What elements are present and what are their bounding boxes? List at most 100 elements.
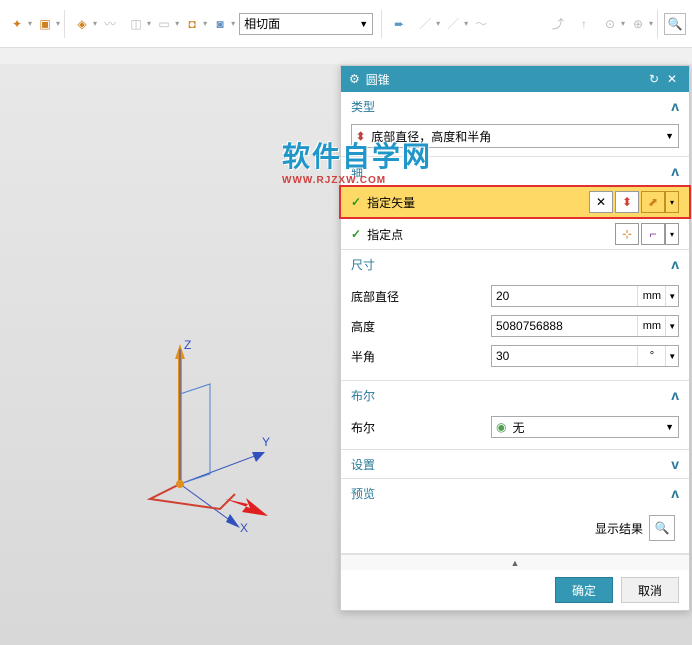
diameter-input[interactable] [492,286,637,306]
chevron-up-icon: ʌ [671,387,679,403]
diameter-label: 底部直径 [351,288,491,305]
halfangle-unit[interactable]: ° [637,346,665,366]
toolbar-face-select[interactable]: 相切面 ▼ [239,13,373,35]
vector-tool-1[interactable]: ✕ [589,191,613,213]
diameter-unit[interactable]: mm [637,286,665,306]
type-select[interactable]: ⬍ 底部直径，高度和半角 ▼ [351,124,679,148]
toolbar-face-label: 相切面 [244,15,280,32]
section-dim-header[interactable]: 尺寸 ʌ [341,250,689,278]
boolean-row: 布尔 ◉ 无 ▼ [351,413,679,441]
point-coord-icon: ⌐ [649,227,656,241]
point-tool-2[interactable]: ⌐ [641,223,665,245]
height-row: 高度 mm ▼ [351,312,679,340]
dropdown-arrow-icon: ▼ [665,131,674,141]
gear-icon: ⚙ [349,72,360,86]
halfangle-row: 半角 ° ▼ [351,342,679,370]
chevron-up-icon: ʌ [671,98,679,114]
dropdown-arrow-icon: ▼ [359,19,368,29]
diameter-dropdown[interactable]: ▼ [665,286,678,306]
toolbar-line2-btn[interactable]: ／▾ [440,13,468,35]
toolbar-snap3-btn[interactable]: ⊙▾ [597,13,625,35]
halfangle-dropdown[interactable]: ▼ [665,346,678,366]
toolbar-rect-btn[interactable]: ▭▾ [151,13,179,35]
point-dropdown[interactable]: ▾ [665,223,679,245]
panel-footer: 确定 取消 [341,570,689,610]
ok-button[interactable]: 确定 [555,577,613,603]
section-type: 类型 ʌ ⬍ 底部直径，高度和半角 ▼ [341,92,689,157]
point-pick-icon: ⊹ [622,227,632,241]
toolbar-search-icon[interactable]: 🔍 [664,13,686,35]
section-settings: 设置 v [341,450,689,479]
cone-type-icon: ⬍ [356,130,365,143]
halfangle-input[interactable] [492,346,637,366]
specify-vector-row[interactable]: ✓ 指定矢量 ✕ ⬍ ⬈ ▾ [341,187,689,217]
toolbar-cylinder-btn[interactable]: ◘▾ [179,13,207,35]
toolbar-snap4-btn[interactable]: ⊕▾ [625,13,653,35]
vector-tool-selected[interactable]: ⬈ [641,191,665,213]
direction-icon: ⬈ [648,195,658,209]
vector-label: 指定矢量 [367,194,415,211]
height-unit[interactable]: mm [637,316,665,336]
panel-collapse-handle[interactable]: ▲ [341,554,689,570]
magnifier-icon: 🔍 [655,521,670,535]
z-axis-label: Z [184,338,191,352]
toolbar-snap2-icon[interactable]: ↑ [573,13,595,35]
vector-tool-2[interactable]: ⬍ [615,191,639,213]
cancel-button[interactable]: 取消 [621,577,679,603]
panel-title-text: 圆锥 [366,71,390,88]
panel-close-icon[interactable]: ✕ [663,72,681,86]
vector-dropdown[interactable]: ▾ [665,191,679,213]
cross-arrows-icon: ✕ [596,195,606,209]
panel-reset-icon[interactable]: ↻ [645,72,663,86]
chevron-up-icon: ʌ [671,256,679,272]
section-type-header[interactable]: 类型 ʌ [341,92,689,120]
section-axis: 轴 ʌ ✓ 指定矢量 ✕ ⬍ ⬈ ▾ ✓ 指定点 ⊹ ⌐ ▾ [341,157,689,250]
section-axis-header[interactable]: 轴 ʌ [341,157,689,185]
bool-value: 无 [512,419,524,436]
chevron-up-icon: ʌ [671,163,679,179]
section-boolean: 布尔 ʌ 布尔 ◉ 无 ▼ [341,381,689,450]
toolbar-box-btn[interactable]: ◙▾ [207,13,235,35]
show-result-button[interactable]: 🔍 [649,515,675,541]
check-icon: ✓ [351,195,361,209]
point-label: 指定点 [367,226,403,243]
annotation-arrow-icon [220,484,270,524]
halfangle-label: 半角 [351,348,491,365]
check-icon: ✓ [351,227,361,241]
dropdown-arrow-icon: ▼ [665,422,674,432]
show-result-label: 显示结果 [595,520,643,537]
panel-titlebar[interactable]: ⚙ 圆锥 ↻ ✕ [341,66,689,92]
type-value: 底部直径，高度和半角 [371,128,491,145]
toolbar-snap1-icon[interactable]: ⤴ [547,13,569,35]
section-bool-header[interactable]: 布尔 ʌ [341,381,689,409]
height-input[interactable] [492,316,637,336]
toolbar-spline-icon[interactable]: 〜 [470,13,492,35]
point-tool-1[interactable]: ⊹ [615,223,639,245]
section-dimensions: 尺寸 ʌ 底部直径 mm ▼ 高度 mm ▼ 半角 [341,250,689,381]
toolbar-curve-icon[interactable]: 〰 [99,13,121,35]
axis-icon: ⬍ [622,195,632,209]
preview-row: 显示结果 🔍 [351,511,679,545]
specify-point-row[interactable]: ✓ 指定点 ⊹ ⌐ ▾ [341,219,689,249]
toolbar-cube-btn[interactable]: ◫▾ [123,13,151,35]
toolbar-line1-btn[interactable]: ／▾ [412,13,440,35]
cone-panel: ⚙ 圆锥 ↻ ✕ 类型 ʌ ⬍ 底部直径，高度和半角 ▼ 轴 ʌ ✓ 指定矢量 [340,65,690,611]
toolbar-btn-2[interactable]: ▣▾ [32,13,60,35]
toolbar-arrow-icon[interactable]: ➨ [388,13,410,35]
section-settings-header[interactable]: 设置 v [341,450,689,478]
toolbar-separator [381,10,382,38]
y-axis-label: Y [262,435,270,449]
height-dropdown[interactable]: ▼ [665,316,678,336]
toolbar-separator [657,10,658,38]
height-label: 高度 [351,318,491,335]
bool-none-icon: ◉ [496,420,506,434]
bool-label: 布尔 [351,419,491,436]
highlight-annotation: ✓ 指定矢量 ✕ ⬍ ⬈ ▾ [339,185,691,219]
toolbar-btn-1[interactable]: ✦▾ [4,13,32,35]
toolbar-datum-btn[interactable]: ◈▾ [69,13,97,35]
toolbar-separator [64,10,65,38]
chevron-down-icon: v [671,456,679,472]
chevron-up-icon: ʌ [671,485,679,501]
bool-select[interactable]: ◉ 无 ▼ [491,416,679,438]
section-preview-header[interactable]: 预览 ʌ [341,479,689,507]
